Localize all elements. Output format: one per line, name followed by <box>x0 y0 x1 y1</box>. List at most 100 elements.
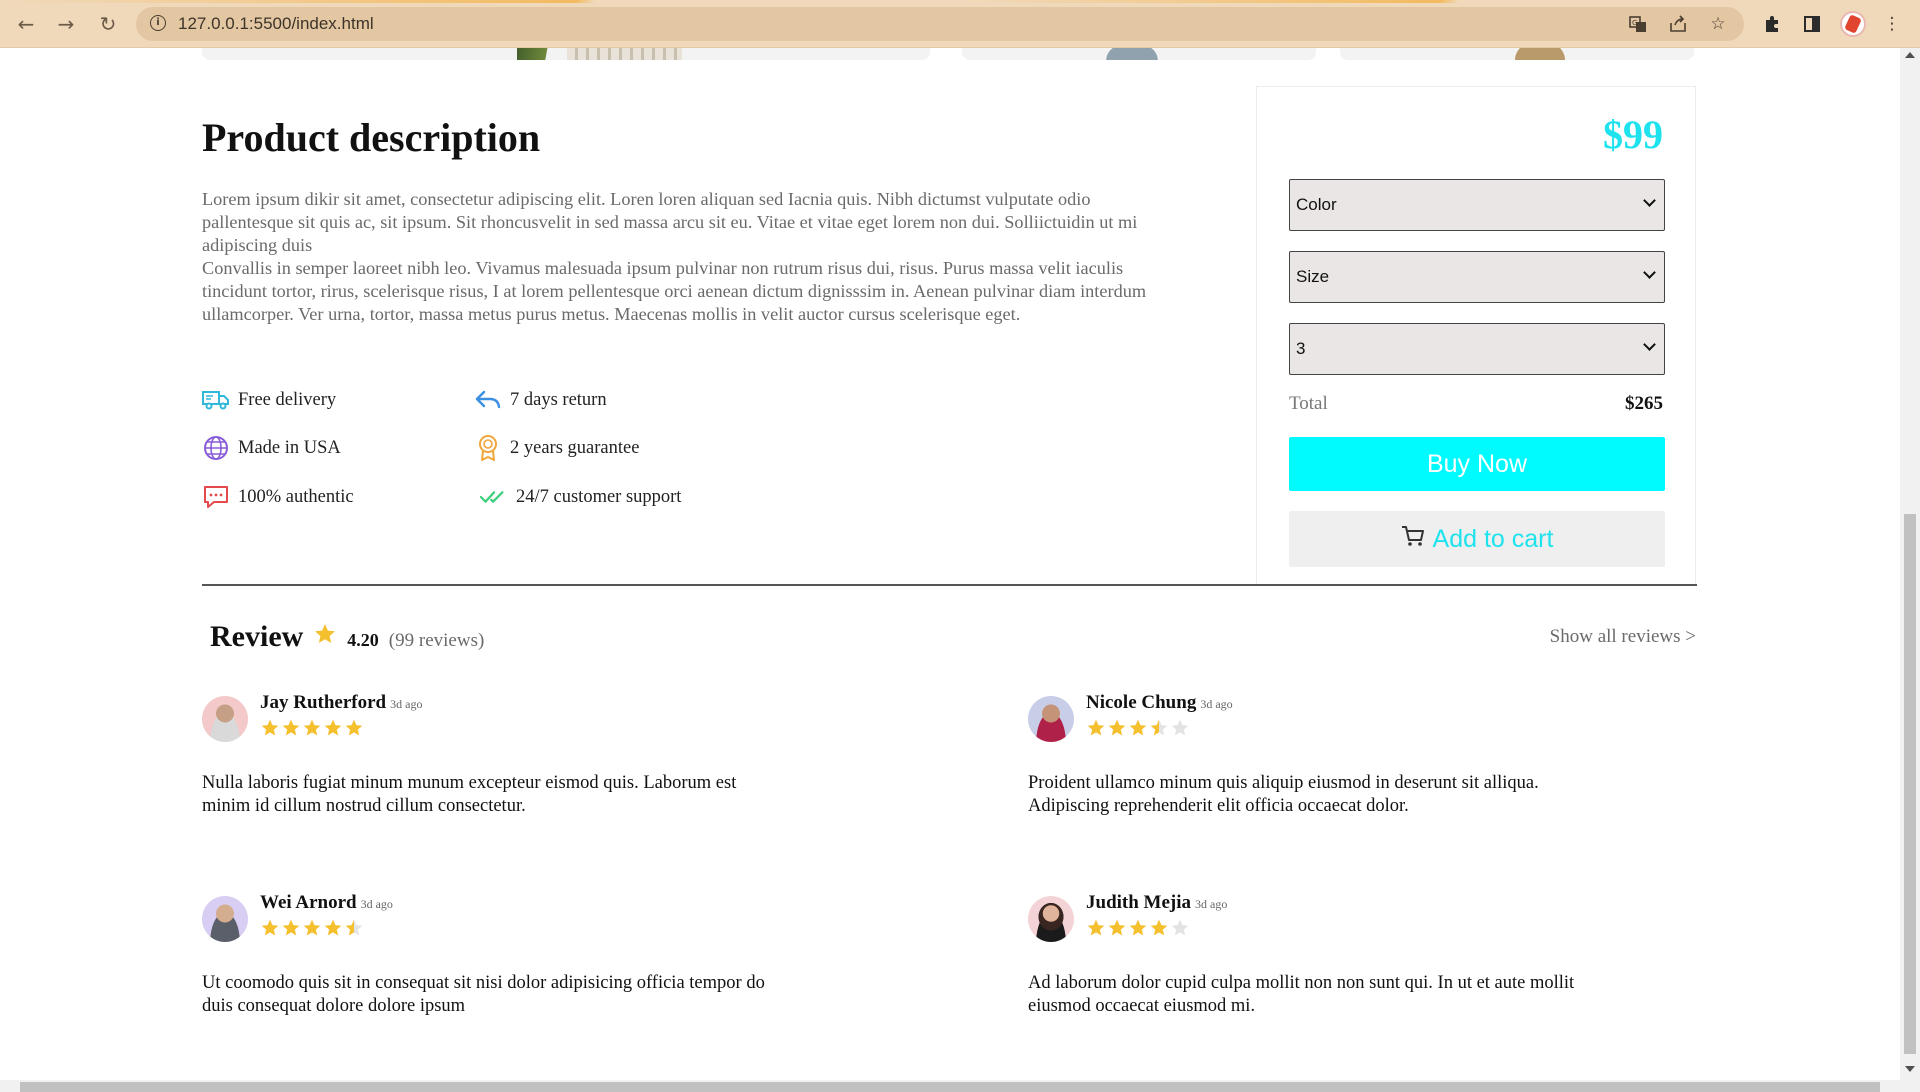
feature-support: 24/7 customer support <box>480 483 681 511</box>
review-stars <box>260 718 364 738</box>
scrollbar-thumb[interactable] <box>20 1082 1880 1092</box>
address-bar[interactable]: i 127.0.0.1:5500/index.html G ☆ <box>136 7 1744 41</box>
reviewer-name: Wei Arnord 3d ago <box>260 892 393 914</box>
avatar <box>202 896 248 942</box>
truck-icon <box>202 386 230 414</box>
extensions-icon[interactable] <box>1760 12 1784 36</box>
star-icon <box>1087 919 1105 936</box>
back-icon[interactable]: ← <box>12 10 40 38</box>
show-all-reviews-link[interactable]: Show all reviews > <box>1550 626 1696 648</box>
reviewer-name: Nicole Chung 3d ago <box>1086 692 1233 714</box>
forward-icon[interactable]: → <box>52 10 80 38</box>
avatar <box>1028 896 1074 942</box>
feature-made-in-usa: Made in USA <box>202 434 341 462</box>
reviewer-name: Judith Mejia 3d ago <box>1086 892 1227 914</box>
tab-strip-edge <box>0 0 1920 3</box>
feature-label: 100% authentic <box>238 486 354 507</box>
award-icon <box>474 434 502 462</box>
review-text: Ut coomodo quis sit in consequat sit nis… <box>202 973 765 1016</box>
cart-icon <box>1401 525 1425 554</box>
size-select[interactable]: Size <box>1289 251 1665 303</box>
add-to-cart-button[interactable]: Add to cart <box>1289 511 1665 567</box>
description-paragraph: Lorem ipsum dikir sit amet, consectetur … <box>202 189 1138 255</box>
star-icon <box>1087 719 1105 736</box>
feature-label: 24/7 customer support <box>516 486 682 507</box>
chevron-down-icon <box>1643 338 1656 351</box>
review-header: Review 4.20 (99 reviews) <box>210 620 484 654</box>
scrollbar-thumb[interactable] <box>1904 514 1916 1054</box>
reviewer-name: Jay Rutherford 3d ago <box>260 692 422 714</box>
chat-icon <box>202 483 230 511</box>
horizontal-scrollbar[interactable] <box>0 1080 1920 1092</box>
feature-authentic: 100% authentic <box>202 483 354 511</box>
star-icon <box>282 719 300 736</box>
chevron-down-icon <box>1643 266 1656 279</box>
avatar <box>1028 696 1074 742</box>
page-viewport: Product description Lorem ipsum dikir si… <box>0 48 1900 1080</box>
product-description-text: Lorem ipsum dikir sit amet, consectetur … <box>202 188 1152 326</box>
star-icon <box>261 919 279 936</box>
select-value: Size <box>1296 267 1330 286</box>
gallery-image-card[interactable] <box>1340 48 1694 60</box>
product-description-title: Product description <box>202 115 541 160</box>
scroll-up-icon[interactable] <box>1905 52 1915 58</box>
vase-image <box>567 48 682 60</box>
review-stars <box>1086 718 1190 738</box>
chevron-down-icon <box>1643 194 1656 207</box>
bookmark-star-icon[interactable]: ☆ <box>1706 12 1730 36</box>
profile-avatar[interactable] <box>1840 11 1866 37</box>
color-select[interactable]: Color <box>1289 179 1665 231</box>
translate-icon[interactable]: G <box>1626 12 1650 36</box>
feature-label: Free delivery <box>238 389 337 410</box>
vertical-scrollbar[interactable] <box>1900 48 1920 1080</box>
url-text: 127.0.0.1:5500/index.html <box>178 14 374 33</box>
feature-label: 2 years guarantee <box>510 437 640 458</box>
gallery-image-card[interactable] <box>962 48 1316 60</box>
avatar <box>202 696 248 742</box>
side-panel-icon[interactable] <box>1800 12 1824 36</box>
menu-kebab-icon[interactable]: ⋮ <box>1880 12 1904 36</box>
review-stars <box>260 918 364 938</box>
feature-return: 7 days return <box>474 386 607 414</box>
product-price: $99 <box>1603 112 1663 157</box>
star-icon <box>315 624 336 643</box>
star-icon <box>1108 919 1126 936</box>
star-icon <box>1108 719 1126 736</box>
star-icon <box>345 919 363 936</box>
basket-image <box>1505 48 1575 60</box>
quantity-select[interactable]: 3 <box>1289 323 1665 375</box>
share-icon[interactable] <box>1666 12 1690 36</box>
description-paragraph: Convallis in semper laoreet nibh leo. Vi… <box>202 258 1147 324</box>
average-rating: 4.20 <box>347 630 379 650</box>
review-count: (99 reviews) <box>388 630 485 651</box>
reviewer-name-text: Nicole Chung <box>1086 692 1197 713</box>
star-icon <box>324 919 342 936</box>
add-to-cart-label: Add to cart <box>1432 524 1554 553</box>
review-text: Nulla laboris fugiat minum munum excepte… <box>202 773 737 816</box>
star-icon <box>324 719 342 736</box>
star-icon <box>261 719 279 736</box>
star-icon <box>1171 919 1189 936</box>
reload-icon[interactable]: ↻ <box>94 10 122 38</box>
scroll-down-icon[interactable] <box>1905 1066 1915 1072</box>
site-info-icon[interactable]: i <box>150 15 166 31</box>
feature-guarantee: 2 years guarantee <box>474 434 639 462</box>
svg-text:G: G <box>1632 19 1637 27</box>
browser-toolbar: ← → ↻ i 127.0.0.1:5500/index.html G ☆ ⋮ <box>0 0 1920 48</box>
review-stars <box>1086 918 1190 938</box>
select-value: 3 <box>1296 339 1306 358</box>
review-age: 3d ago <box>390 697 423 711</box>
review-age: 3d ago <box>360 897 393 911</box>
globe-icon <box>202 434 230 462</box>
star-icon <box>1171 719 1189 736</box>
gallery-image-card[interactable] <box>202 48 930 60</box>
total-value: $265 <box>1625 393 1663 414</box>
review-age: 3d ago <box>1195 897 1228 911</box>
star-icon <box>303 919 321 936</box>
buy-now-button[interactable]: Buy Now <box>1289 437 1665 491</box>
feature-label: 7 days return <box>510 389 607 410</box>
star-icon <box>1150 919 1168 936</box>
reviewer-name-text: Jay Rutherford <box>260 692 387 713</box>
feature-free-delivery: Free delivery <box>202 386 336 414</box>
double-check-icon <box>480 483 508 511</box>
